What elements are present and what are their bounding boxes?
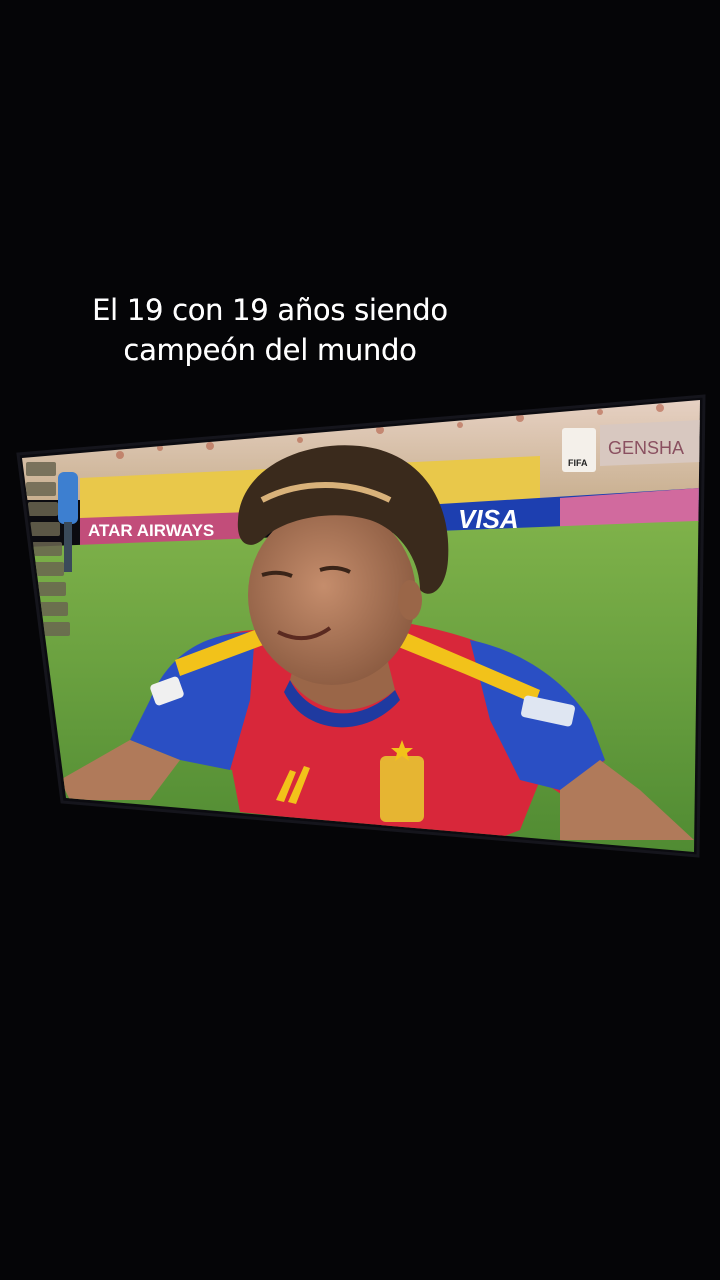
caption-overlay-line-2: campeón del mundo — [123, 333, 417, 367]
background-person — [58, 472, 78, 524]
player-face — [248, 505, 416, 685]
tv-screen-photo: ATAR AIRWAYS VISA GENSHA FIFA — [16, 394, 706, 858]
jersey-crest — [380, 756, 424, 822]
top-right-board-text: GENSHA — [608, 438, 684, 458]
fifa-badge-text: FIFA — [568, 458, 588, 468]
player-ear — [398, 580, 422, 620]
background-person-legs — [64, 522, 72, 572]
left-ad-text: ATAR AIRWAYS — [88, 521, 214, 540]
broadcast-frame: ATAR AIRWAYS VISA GENSHA FIFA — [22, 400, 700, 852]
caption-overlay-line-1: El 19 con 19 años siendo — [92, 293, 448, 327]
video-caption-overlay: El 19 con 19 años siendo campeón del mun… — [60, 290, 480, 370]
